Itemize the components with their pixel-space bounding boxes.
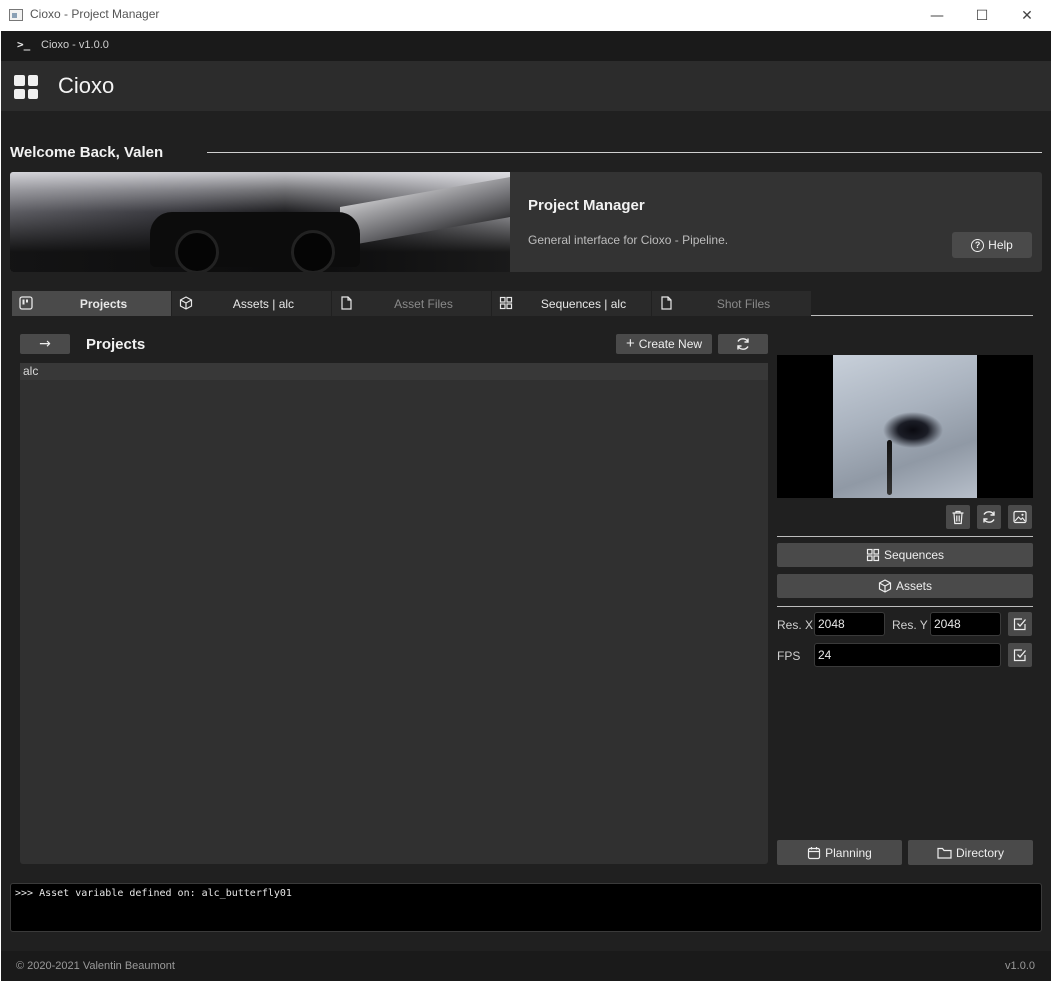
projects-title: Projects [86,336,146,353]
application-window: Cioxo - Project Manager — ☐ ✕ >_ Cioxo -… [0,0,1052,982]
tab-label: Asset Files [394,297,453,311]
back-arrow-button[interactable]: → [20,334,70,354]
apply-fps-button[interactable] [1008,643,1032,667]
planning-button[interactable]: Planning [777,840,902,865]
tabs-divider [811,315,1033,316]
board-icon [19,296,33,310]
sequences-label: Sequences [883,548,945,562]
res-x-field[interactable]: 2048 [814,612,885,636]
tab-shot-files[interactable]: Shot Files [652,291,811,316]
app-window-icon [9,9,23,21]
assets-button[interactable]: Assets [777,574,1033,598]
directory-button[interactable]: Directory [908,840,1033,865]
calendar-icon [808,846,821,859]
version-label: Cioxo - v1.0.0 [41,39,109,51]
cube-icon [179,296,193,310]
window-title: Cioxo - Project Manager [30,7,160,21]
banner-title: Project Manager [528,197,645,214]
checkbox-icon [1013,618,1026,631]
trash-icon [952,510,964,524]
plus-icon: + [625,335,635,352]
projects-list[interactable]: alc [20,363,768,864]
tab-projects[interactable]: Projects [12,291,171,316]
copyright-text: © 2020-2021 Valentin Beaumont [16,960,175,972]
brand-bar: Cioxo [1,61,1051,111]
welcome-heading: Welcome Back, Valen [10,144,164,161]
folder-icon [937,847,952,859]
help-label: Help [988,238,1013,252]
tab-assets[interactable]: Assets | alc [172,291,331,316]
res-y-label: Res. Y [892,618,928,632]
app-body: >_ Cioxo - v1.0.0 Cioxo Welcome Back, Va… [1,31,1051,981]
cube-icon [878,579,892,593]
refresh-icon [737,338,749,350]
thumbnail-image [833,355,977,498]
file-icon [341,296,352,310]
thumbnail-detail [887,440,892,495]
terminal-icon: >_ [17,38,31,51]
project-thumbnail [777,355,1033,498]
delete-thumbnail-button[interactable] [946,505,970,529]
console-output[interactable]: >>> Asset variable defined on: alc_butte… [10,883,1042,932]
banner-race-car [150,212,360,272]
image-icon [1013,510,1027,524]
tab-label: Projects [79,297,128,311]
checkbox-icon [1013,649,1026,662]
version-bar: >_ Cioxo - v1.0.0 [1,31,1051,61]
help-icon: ? [971,238,985,252]
planning-label: Planning [825,845,872,860]
maximize-button[interactable]: ☐ [959,0,1005,31]
fps-label: FPS [777,649,801,663]
footer: © 2020-2021 Valentin Beaumont v1.0.0 [1,951,1051,981]
banner-grandstand [340,177,510,247]
tab-asset-files[interactable]: Asset Files [332,291,491,316]
banner-description: General interface for Cioxo - Pipeline. [528,233,729,247]
directory-label: Directory [955,845,1004,860]
tab-label: Shot Files [716,297,771,311]
side-divider [777,536,1033,537]
brand-name: Cioxo [58,73,115,98]
fps-field[interactable]: 24 [814,643,1001,667]
arrow-right-icon: → [39,336,51,352]
res-x-label: Res. X [777,618,814,632]
welcome-divider [207,152,1042,153]
side-divider [777,606,1033,607]
sequences-button[interactable]: Sequences [777,543,1033,567]
tab-label: Sequences | alc [540,297,627,311]
refresh-icon [983,511,995,523]
help-button[interactable]: ? Help [952,232,1032,258]
grid-icon [866,548,880,562]
res-y-field[interactable]: 2048 [930,612,1001,636]
tab-sequences[interactable]: Sequences | alc [492,291,651,316]
footer-version: v1.0.0 [1005,960,1035,972]
minimize-button[interactable]: — [914,0,960,31]
assets-label: Assets [895,579,932,593]
tab-label: Assets | alc [232,297,295,311]
banner-image [10,172,510,272]
create-new-button[interactable]: + Create New [616,334,712,354]
refresh-thumbnail-button[interactable] [977,505,1001,529]
grid-icon[interactable] [14,75,38,99]
apply-resolution-button[interactable] [1008,612,1032,636]
window-titlebar: Cioxo - Project Manager — ☐ ✕ [0,0,1052,31]
list-item[interactable]: alc [20,363,768,380]
file-icon [661,296,672,310]
set-image-button[interactable] [1008,505,1032,529]
refresh-projects-button[interactable] [718,334,768,354]
grid-icon [499,296,513,310]
project-banner: Project Manager General interface for Ci… [10,172,1042,272]
close-button[interactable]: ✕ [1004,0,1050,31]
create-new-label: Create New [638,337,703,351]
